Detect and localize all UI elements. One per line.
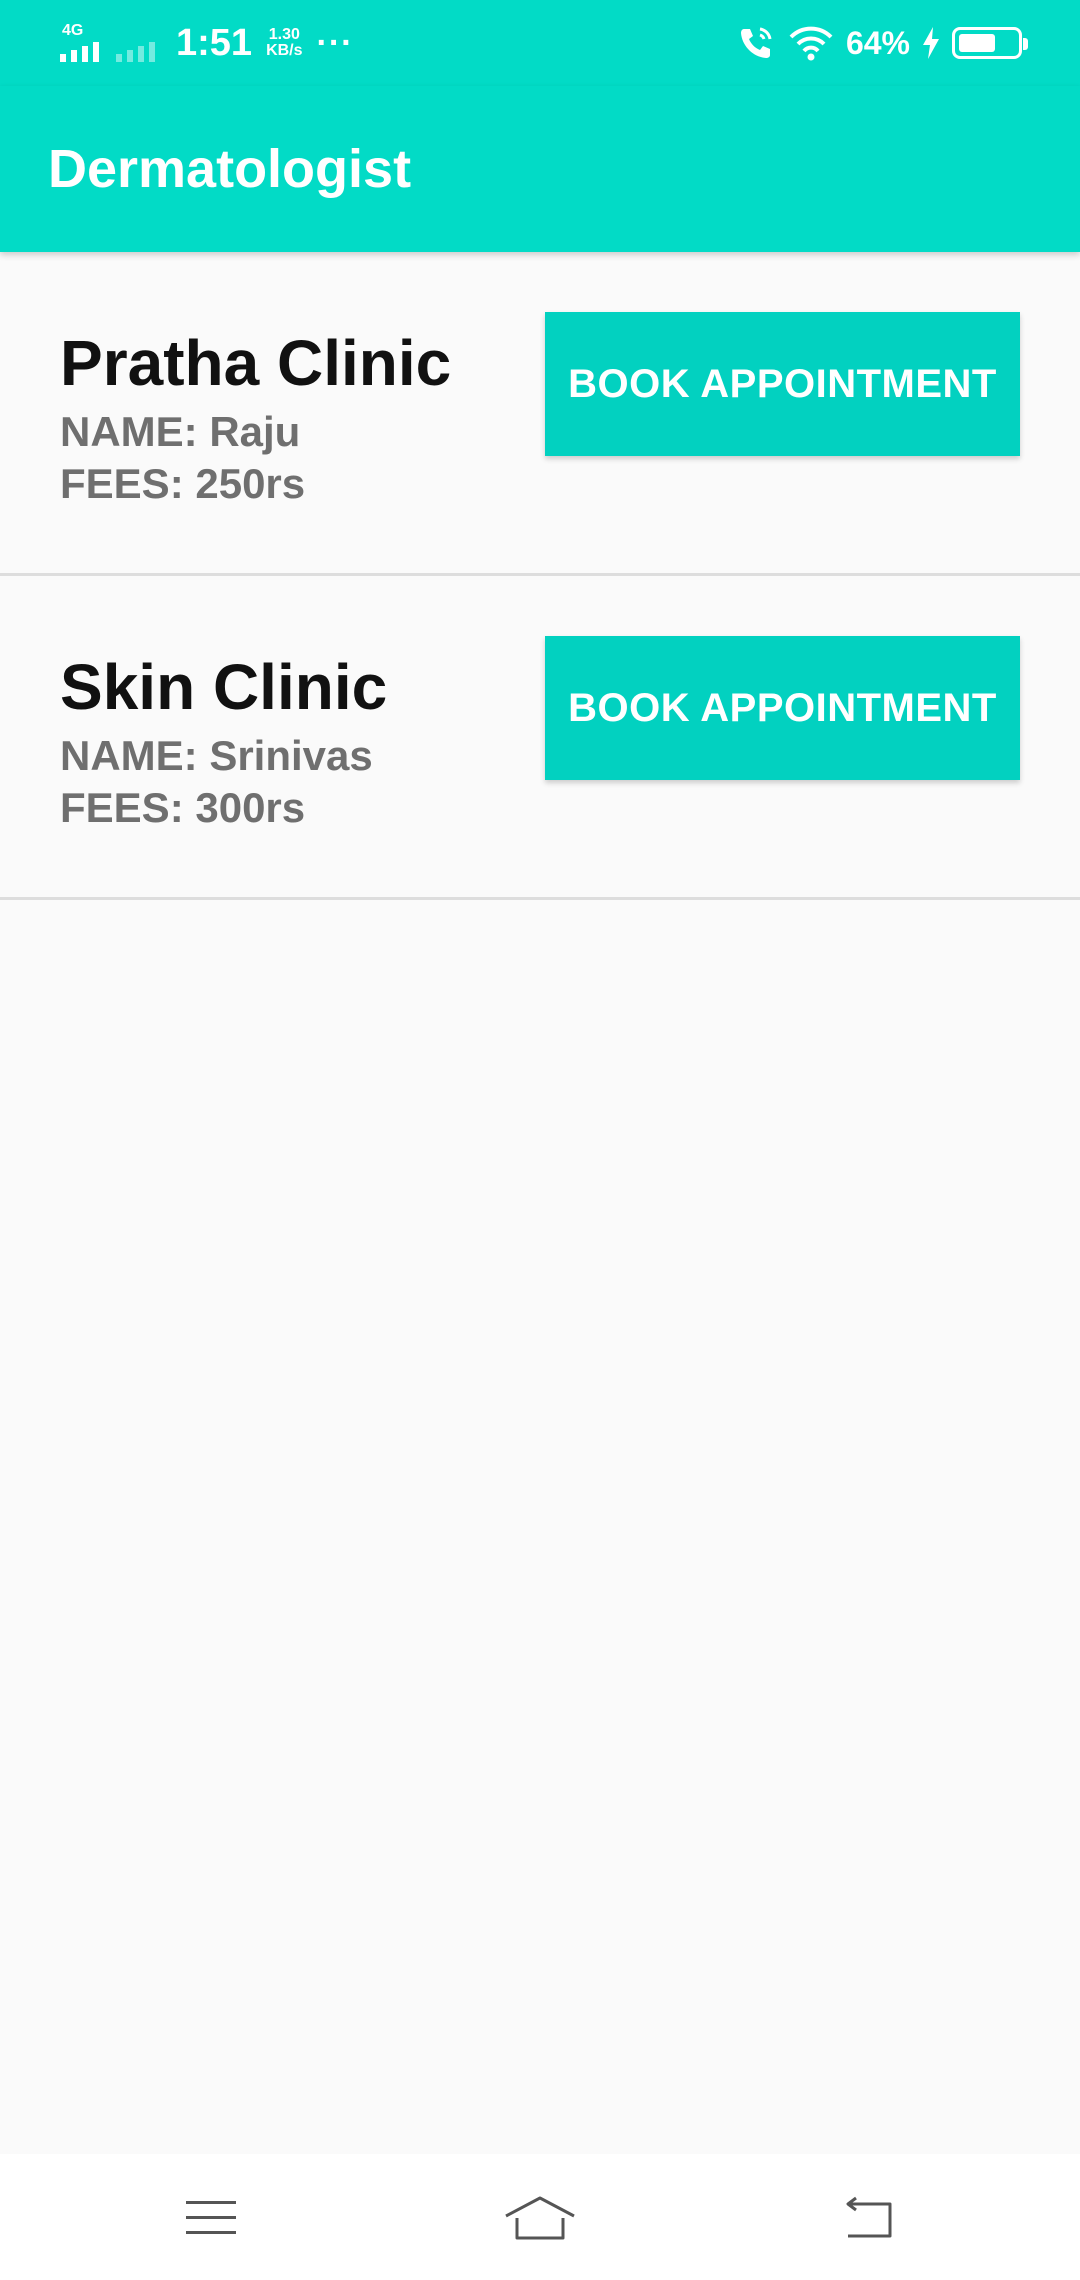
wifi-calling-icon [740,27,772,58]
book-appointment-button[interactable]: BOOK APPOINTMENT [545,636,1020,780]
menu-icon [186,2201,236,2234]
clock: 1:51 [176,21,253,64]
clinic-name: Skin Clinic [60,651,388,723]
doctor-name: NAME: Srinivas [60,732,373,779]
menu-button[interactable] [151,2178,271,2258]
battery-level [959,34,995,52]
signal-sim1-icon: 4G [60,22,104,64]
app-bar: Dermatologist [0,86,1080,252]
back-icon [846,2196,892,2238]
wifi-icon [789,26,833,61]
clinic-list: Pratha Clinic NAME: Raju FEES: 250rs BOO… [0,252,1080,900]
network-type: 4G [62,22,84,39]
signal-sim2-icon [116,22,164,64]
network-speed-unit: KB/s [266,42,303,59]
status-bar: 4G 1:51 1.30 KB/s ··· 64% [0,0,1080,86]
network-speed: 1.30 KB/s [266,27,302,59]
home-button[interactable] [480,2178,600,2258]
book-appointment-button[interactable]: BOOK APPOINTMENT [545,312,1020,456]
doctor-name: NAME: Raju [60,408,301,455]
fees: FEES: 250rs [60,460,306,507]
page-title: Dermatologist [48,139,412,199]
list-item: Pratha Clinic NAME: Raju FEES: 250rs BOO… [0,252,1080,576]
home-icon [505,2196,575,2240]
network-speed-value: 1.30 [268,26,300,43]
navigation-bar [0,2154,1080,2280]
list-item: Skin Clinic NAME: Srinivas FEES: 300rs B… [0,576,1080,900]
clinic-name: Pratha Clinic [60,327,452,399]
battery-icon [952,27,1028,59]
fees: FEES: 300rs [60,784,306,831]
more-notifications-icon: ··· [316,24,354,62]
status-left: 4G 1:51 1.30 KB/s ··· [60,18,353,68]
battery-percent: 64% [845,24,910,61]
status-right: 64% [736,18,1028,68]
back-button[interactable] [809,2178,929,2258]
charging-icon [923,27,939,59]
